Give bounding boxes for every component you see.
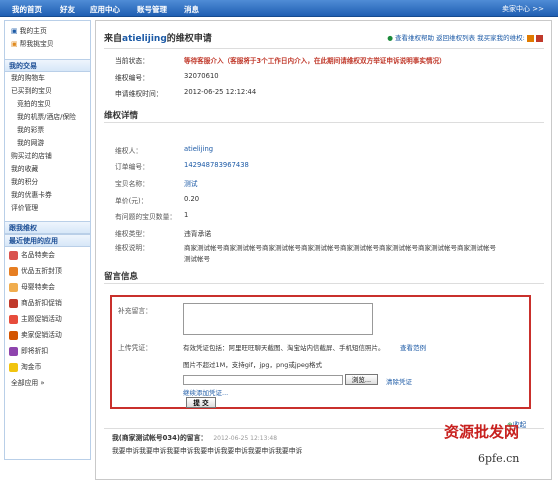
submit-button[interactable]: 提 交 (186, 397, 216, 408)
sidebar-item-shops[interactable]: 购买过的店铺 (5, 150, 90, 163)
message-title: 留言信息 (104, 272, 139, 282)
id-value: 32070610 (184, 72, 219, 80)
divider (104, 48, 544, 49)
page-title: 来自atielijing的维权申请 (104, 34, 212, 44)
reply-text: 我要申诉我要申诉我要申诉我要申诉我要申诉我要申诉我要申诉 (112, 447, 303, 455)
home-icon: ▣ (11, 27, 20, 35)
app-icon (9, 298, 18, 308)
sidebar-item-helper[interactable]: ▣ 帮我挑宝贝 (5, 38, 90, 51)
app-item-discount[interactable]: 商品折扣促销 (5, 295, 90, 311)
detail-value-type: 违背承诺 (184, 230, 212, 238)
upload-label: 上传凭证： (118, 344, 152, 352)
top-links[interactable]: ● 查看维权帮助 返回维权列表 我买家我的维权: (387, 32, 543, 42)
add-more-proof-link[interactable]: 继续添加凭证... (183, 387, 228, 397)
help-icon: ● (387, 34, 393, 42)
browse-button[interactable]: 浏览... (345, 374, 378, 385)
sidebar-head-apps: 最近使用的应用 (5, 234, 90, 247)
sidebar-item-favorites[interactable]: 我的收藏 (5, 163, 90, 176)
coin-icon (9, 362, 18, 372)
detail-value-order[interactable]: 142948783967438 (184, 161, 249, 169)
time-value: 2012-06-25 12:12:44 (184, 88, 257, 96)
clear-proof-link[interactable]: 清除凭证 (386, 376, 412, 386)
app-icon (9, 266, 18, 276)
detail-value-price: 0.20 (184, 195, 200, 203)
status-value: 等待客服介入（客服将于3个工作日内介入，在此期间请维权双方举证申诉说明事实情况） (184, 57, 446, 65)
appeal-form: 补充留言： 上传凭证： 有效凭证包括：阿里旺旺聊天截图、淘宝站内信截屏、手机短信… (110, 295, 531, 409)
sidebar-item-auction[interactable]: 竞拍的宝贝 (5, 98, 90, 111)
sidebar-item-bought[interactable]: 已买到的宝贝 (5, 85, 90, 98)
time-label: 申请维权时间： (115, 90, 163, 98)
sidebar-head-trade[interactable]: 我的交易 (5, 59, 90, 72)
divider (104, 122, 544, 123)
detail-label: 维权人： (115, 147, 143, 155)
sidebar-item-reviews[interactable]: 评价管理 (5, 202, 90, 215)
top-nav-bar: 我的首页 好友 应用中心 账号管理 消息 卖家中心 >> (0, 0, 558, 17)
app-icon (9, 282, 18, 292)
detail-value-qty: 1 (184, 211, 189, 219)
app-item-taojinbi[interactable]: 淘金币 (5, 359, 90, 375)
main-panel: 来自atielijing的维权申请 ● 查看维权帮助 返回维权列表 我买家我的维… (95, 20, 552, 480)
reply-time: 2012-06-25 12:13:48 (213, 435, 278, 442)
sidebar-item-games[interactable]: 我的网游 (5, 137, 90, 150)
app-icon (9, 346, 18, 356)
sidebar-item-home[interactable]: ▣ 我的主页 (5, 25, 90, 38)
detail-label: 有问题的宝贝数量： (115, 213, 177, 221)
app-icon (9, 250, 18, 260)
sidebar-head-follow[interactable]: 跟我维权 (5, 221, 90, 234)
detail-value-desc: 商家测试帐号商家测试帐号商家测试帐号商家测试帐号商家测试帐号商家测试帐号商家测试… (184, 244, 496, 252)
seller-center-link[interactable]: 卖家中心 >> (502, 4, 544, 14)
detail-label: 宝贝名称： (115, 180, 149, 188)
sidebar-item-coupons[interactable]: 我的优惠卡券 (5, 189, 90, 202)
id-label: 维权编号： (115, 74, 149, 82)
nav-friends[interactable]: 好友 (60, 4, 75, 15)
sidebar: ▣ 我的主页 ▣ 帮我挑宝贝 我的交易 我的购物车 已买到的宝贝 竞拍的宝贝 我… (4, 20, 91, 460)
watermark-text: 资源批发网 (444, 423, 520, 441)
detail-label: 维权类型： (115, 230, 149, 238)
app-item-seller-promo[interactable]: 卖家促销活动 (5, 327, 90, 343)
sidebar-item-points[interactable]: 我的积分 (5, 176, 90, 189)
status-label: 当前状态： (115, 57, 149, 65)
helper-icon: ▣ (11, 40, 20, 48)
nav-app-center[interactable]: 应用中心 (90, 4, 120, 15)
detail-label: 订单编号： (115, 163, 149, 171)
nav-messages[interactable]: 消息 (184, 4, 199, 15)
app-item-theme-promo[interactable]: 主题促销活动 (5, 311, 90, 327)
app-icon (9, 314, 18, 324)
app-item-famous-sale[interactable]: 名品特卖会 (5, 247, 90, 263)
file-path-input[interactable] (183, 375, 343, 385)
upload-limit: 图片不超过1M，支持gif，jpg，png或jpeg格式 (183, 361, 322, 369)
view-example-link[interactable]: 查看范例 (400, 342, 426, 352)
detail-label: 维权说明： (115, 244, 149, 252)
detail-value-desc-cont: 测试帐号 (184, 255, 210, 263)
share-icon[interactable] (526, 34, 534, 42)
watermark-url: 6pfe.cn (478, 452, 520, 465)
app-item-baby-sale[interactable]: 母婴特卖会 (5, 279, 90, 295)
detail-value-user[interactable]: atielijing (184, 145, 213, 153)
app-item-soon-discount[interactable]: 即将折扣 (5, 343, 90, 359)
supplement-textarea[interactable] (183, 303, 373, 335)
app-item-half-price[interactable]: 优品五折封顶 (5, 263, 90, 279)
divider (104, 283, 544, 284)
all-apps-link[interactable]: 全部应用 » (5, 377, 90, 390)
supplement-label: 补充留言： (118, 307, 152, 315)
sidebar-item-lottery[interactable]: 我的彩票 (5, 124, 90, 137)
title-user[interactable]: atielijing (122, 34, 167, 44)
sidebar-item-travel[interactable]: 我的机票/酒店/保险 (5, 111, 90, 124)
nav-account[interactable]: 账号管理 (137, 4, 167, 15)
upload-hint: 有效凭证包括：阿里旺旺聊天截图、淘宝站内信截屏、手机短信照片。 (183, 344, 385, 352)
nav-my-home[interactable]: 我的首页 (12, 4, 42, 15)
mail-icon[interactable] (536, 34, 543, 42)
details-title: 维权详情 (104, 111, 139, 121)
sidebar-item-cart[interactable]: 我的购物车 (5, 72, 90, 85)
detail-label: 单价(元)： (115, 197, 148, 205)
app-icon (9, 330, 18, 340)
detail-value-item[interactable]: 测试 (184, 178, 198, 188)
reply-author: 我(商家测试帐号034)的留言： (112, 434, 208, 442)
